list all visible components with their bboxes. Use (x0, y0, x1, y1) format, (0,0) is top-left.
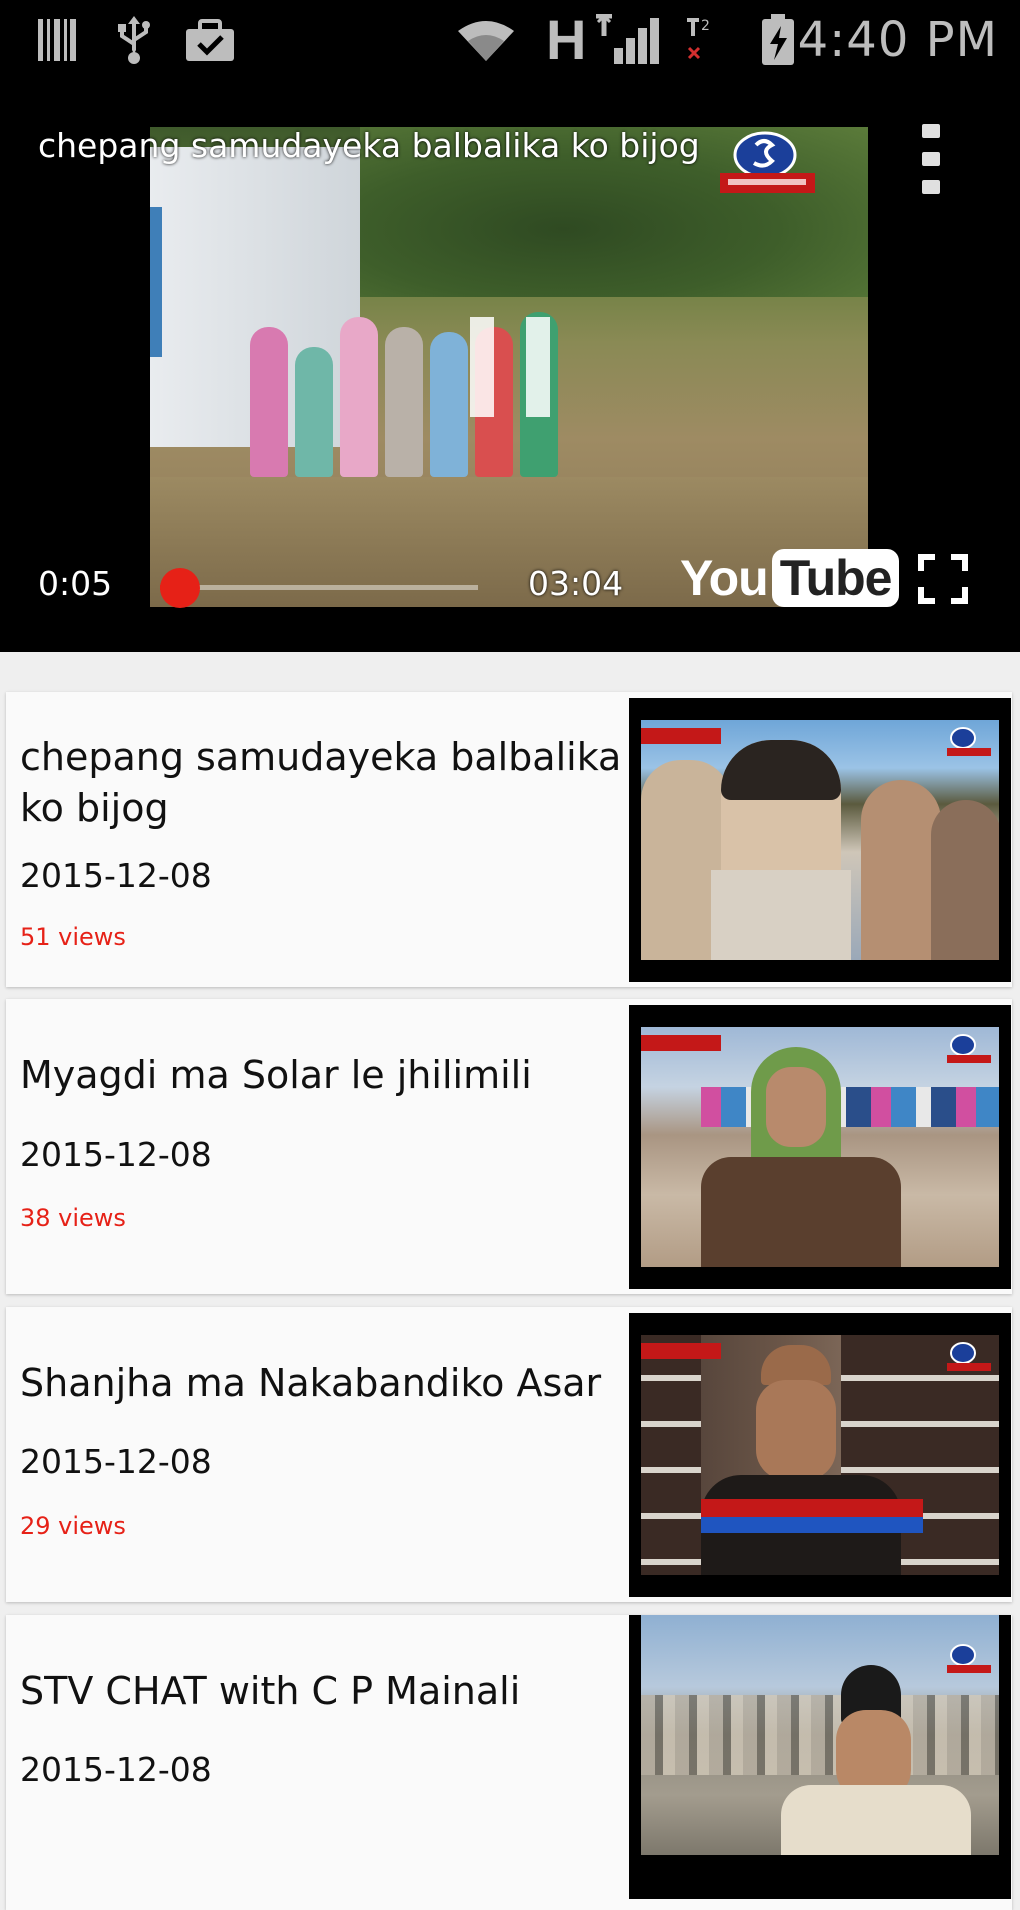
barcode-notification-icon (36, 14, 78, 66)
video-list-item[interactable]: Myagdi ma Solar le jhilimili 2015-12-08 … (6, 999, 1012, 1294)
video-date: 2015-12-08 (20, 1750, 212, 1789)
video-title: STV CHAT with C P Mainali (20, 1669, 521, 1713)
video-title: Myagdi ma Solar le jhilimili (20, 1053, 532, 1097)
video-thumbnail[interactable] (629, 698, 1011, 982)
youtube-logo-you: You (680, 550, 769, 606)
pause-icon[interactable] (470, 317, 550, 417)
youtube-logo[interactable]: You Tube (680, 546, 900, 610)
clock: 4:40 PM (797, 12, 998, 68)
network-type-label: H (546, 8, 587, 71)
video-list-item[interactable]: chepang samudayeka balbalika ko bijog 20… (6, 692, 1012, 987)
battery-charging-icon (760, 14, 796, 66)
usb-icon (114, 14, 154, 66)
network-type-indicator: H (546, 8, 587, 71)
sim2-label: 2 (701, 18, 710, 34)
sim2-no-signal-icon: 2 (684, 14, 714, 66)
video-player[interactable]: chepang samudayeka balbalika ko bijog 0:… (0, 82, 1020, 652)
status-bar: H 2 4:40 PM (0, 0, 1020, 82)
briefcase-check-icon (184, 14, 236, 66)
fullscreen-icon[interactable] (918, 554, 968, 604)
video-date: 2015-12-08 (20, 1135, 212, 1174)
video-frame[interactable] (150, 127, 868, 607)
overflow-menu-icon[interactable] (917, 124, 945, 194)
video-date: 2015-12-08 (20, 856, 212, 895)
youtube-logo-tube: Tube (771, 549, 900, 607)
wifi-icon (456, 14, 516, 66)
seek-handle[interactable] (160, 568, 200, 608)
seek-bar[interactable] (178, 585, 478, 590)
stv-logo (720, 129, 850, 195)
duration: 03:04 (528, 564, 624, 603)
video-title: Shanjha ma Nakabandiko Asar (20, 1361, 602, 1405)
video-thumbnail[interactable] (629, 1005, 1011, 1289)
video-views: 29 views (20, 1512, 126, 1540)
video-list-item[interactable]: Shanjha ma Nakabandiko Asar 2015-12-08 2… (6, 1307, 1012, 1602)
video-thumbnail[interactable] (629, 1615, 1011, 1899)
video-views: 51 views (20, 923, 126, 951)
video-list-item[interactable]: STV CHAT with C P Mainali 2015-12-08 (6, 1615, 1012, 1910)
video-thumbnail[interactable] (629, 1313, 1011, 1597)
video-views: 38 views (20, 1204, 126, 1232)
player-title: chepang samudayeka balbalika ko bijog (38, 126, 700, 165)
video-title: chepang samudayeka balbalika ko bijog (20, 735, 622, 830)
video-date: 2015-12-08 (20, 1442, 212, 1481)
current-time: 0:05 (38, 564, 113, 603)
signal-strength-icon (592, 14, 668, 66)
